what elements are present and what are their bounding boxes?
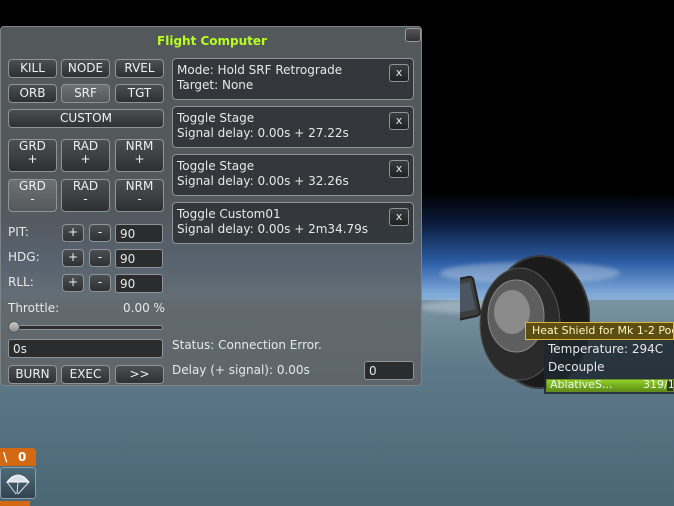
- queue-item-title: Toggle Stage: [177, 159, 255, 173]
- queue-item-remove-button[interactable]: x: [389, 64, 409, 82]
- rll-minus-button[interactable]: -: [89, 274, 111, 292]
- throttle-slider-handle[interactable]: [8, 321, 20, 333]
- srf-button[interactable]: SRF: [61, 84, 110, 103]
- nrm-minus-button[interactable]: NRM -: [115, 179, 164, 212]
- stage-count: 0: [18, 450, 27, 464]
- throttle-label: Throttle:: [8, 301, 60, 315]
- rad-plus-button[interactable]: RAD +: [61, 139, 110, 172]
- delay-input[interactable]: 0: [364, 361, 414, 380]
- status-text: Status: Connection Error.: [172, 338, 322, 352]
- button-sign: -: [30, 192, 35, 206]
- parachute-stage-icon[interactable]: [0, 467, 36, 499]
- node-button[interactable]: NODE: [61, 59, 110, 78]
- part-tooltip-title: Heat Shield for Mk 1-2 Pod: [525, 322, 674, 340]
- pit-minus-button[interactable]: -: [89, 224, 111, 242]
- queue-item-detail: Signal delay: 0.00s + 32.26s: [177, 174, 349, 188]
- resource-value: 319/1: [643, 379, 674, 391]
- stage-badge: \ 0: [0, 448, 36, 466]
- grd-plus-button[interactable]: GRD +: [8, 139, 57, 172]
- rll-plus-button[interactable]: +: [62, 274, 84, 292]
- queue-item-title: Toggle Stage: [177, 111, 255, 125]
- button-sign: +: [134, 152, 145, 166]
- stage-arrow-icon: \: [3, 450, 8, 464]
- queue-item: Mode: Hold SRF Retrograde Target: None x: [172, 58, 414, 100]
- burn-button[interactable]: BURN: [8, 365, 57, 384]
- window-title: Flight Computer: [157, 34, 267, 48]
- orb-button[interactable]: ORB: [8, 84, 57, 103]
- delay-label: Delay (+ signal): 0.00s: [172, 363, 310, 377]
- pit-plus-button[interactable]: +: [62, 224, 84, 242]
- rad-minus-button[interactable]: RAD -: [61, 179, 110, 212]
- kill-button[interactable]: KILL: [8, 59, 57, 78]
- part-temperature: Temperature: 294C: [548, 342, 664, 356]
- queue-item-remove-button[interactable]: x: [389, 112, 409, 130]
- pit-input[interactable]: 90: [115, 224, 163, 243]
- rvel-button[interactable]: RVEL: [115, 59, 164, 78]
- hdg-minus-button[interactable]: -: [89, 249, 111, 267]
- custom-button[interactable]: CUSTOM: [8, 109, 164, 128]
- exec-button[interactable]: EXEC: [61, 365, 110, 384]
- pit-label: PIT:: [8, 225, 29, 239]
- parachute-icon: [5, 474, 31, 495]
- queue-item-remove-button[interactable]: x: [389, 208, 409, 226]
- button-sign: +: [80, 152, 91, 166]
- hdg-plus-button[interactable]: +: [62, 249, 84, 267]
- flight-computer-window: Flight Computer KILL NODE RVEL ORB SRF T…: [0, 26, 422, 386]
- queue-item: Toggle Stage Signal delay: 0.00s + 27.22…: [172, 106, 414, 148]
- burn-duration-input[interactable]: 0s: [8, 339, 163, 358]
- throttle-value: 0.00 %: [123, 301, 165, 315]
- queue-item-remove-button[interactable]: x: [389, 160, 409, 178]
- nrm-plus-button[interactable]: NRM +: [115, 139, 164, 172]
- queue-item: Toggle Custom01 Signal delay: 0.00s + 2m…: [172, 202, 414, 244]
- button-sign: -: [137, 192, 142, 206]
- button-sign: -: [83, 192, 88, 206]
- window-close-button[interactable]: [405, 28, 421, 42]
- rll-label: RLL:: [8, 275, 34, 289]
- queue-item: Toggle Stage Signal delay: 0.00s + 32.26…: [172, 154, 414, 196]
- stage-indicator: [0, 501, 30, 506]
- rll-input[interactable]: 90: [115, 274, 163, 293]
- throttle-slider-track[interactable]: [8, 325, 163, 330]
- queue-item-detail: Signal delay: 0.00s + 27.22s: [177, 126, 349, 140]
- resource-name: AblativeS...: [550, 379, 613, 391]
- queue-item-title: Mode: Hold SRF Retrograde: [177, 63, 343, 77]
- grd-minus-button[interactable]: GRD -: [8, 179, 57, 212]
- queue-forward-button[interactable]: >>: [115, 365, 164, 384]
- hdg-label: HDG:: [8, 250, 40, 264]
- resource-bar: AblativeS... 319/1: [546, 379, 674, 392]
- button-sign: +: [27, 152, 38, 166]
- queue-item-title: Toggle Custom01: [177, 207, 281, 221]
- hdg-input[interactable]: 90: [115, 249, 163, 268]
- tgt-button[interactable]: TGT: [115, 84, 164, 103]
- queue-item-detail: Target: None: [177, 78, 254, 92]
- queue-item-detail: Signal delay: 0.00s + 2m34.79s: [177, 222, 369, 236]
- part-action-decouple[interactable]: Decouple: [548, 358, 674, 376]
